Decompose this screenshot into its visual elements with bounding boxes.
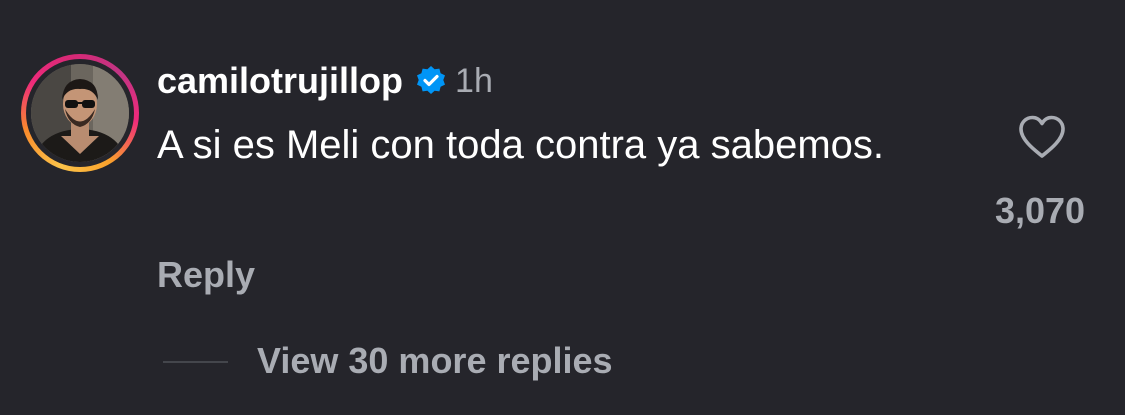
replies-divider-line (163, 361, 228, 363)
comment-timestamp: 1h (455, 61, 493, 100)
reply-button[interactable]: Reply (157, 254, 255, 296)
heart-outline-icon (1019, 115, 1065, 158)
avatar-image (31, 64, 129, 162)
verified-badge-icon (415, 65, 447, 97)
comment-text: A si es Meli con toda contra ya sabemos. (157, 123, 885, 167)
view-more-replies-button[interactable]: View 30 more replies (257, 340, 613, 382)
comment-item: camilotrujillop 1h A si es Meli con toda… (0, 0, 1125, 415)
comment-header: camilotrujillop 1h (157, 56, 493, 106)
like-button[interactable] (1016, 113, 1068, 161)
avatar[interactable] (31, 64, 129, 162)
username[interactable]: camilotrujillop (157, 60, 403, 102)
like-count: 3,070 (994, 190, 1086, 231)
story-ring[interactable] (21, 54, 139, 172)
